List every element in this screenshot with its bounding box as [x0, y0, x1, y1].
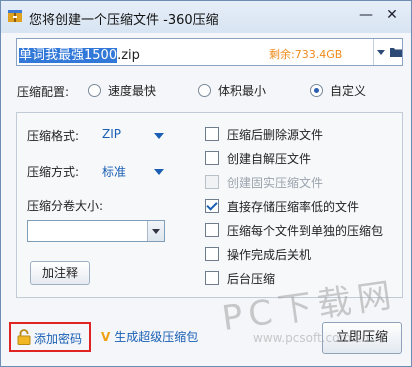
format-select[interactable]: ZIP	[102, 127, 121, 141]
radio-dot	[198, 84, 211, 97]
close-button[interactable]: ✕	[383, 6, 401, 24]
compress-config-label: 压缩配置:	[17, 85, 70, 99]
radio-label: 速度最快	[108, 84, 157, 98]
history-dropdown-icon[interactable]	[374, 39, 388, 65]
checkbox-delete-source[interactable]: 压缩后删除源文件	[205, 126, 323, 143]
split-size-dropdown-button[interactable]	[147, 221, 164, 241]
checkbox-box	[205, 271, 219, 285]
checkbox-box	[205, 151, 219, 165]
checkbox-each-file-separate[interactable]: 压缩每个文件到单独的压缩包	[205, 222, 383, 239]
checkbox-box	[205, 175, 219, 189]
add-password-button[interactable]: 添加密码	[9, 322, 91, 352]
custom-options-panel: 压缩格式: ZIP 压缩方式: 标准 压缩分卷大小: 加注释 压缩后删除源文件 …	[16, 112, 403, 298]
file-name[interactable]: 单词我最强1500.zip	[19, 44, 140, 63]
file-extension: .zip	[117, 48, 140, 63]
archive-app-icon	[8, 10, 22, 22]
radio-custom[interactable]: 自定义	[310, 82, 366, 99]
file-name-selected: 单词我最强1500	[19, 48, 118, 63]
checkbox-label: 压缩后删除源文件	[227, 128, 324, 142]
format-dropdown-icon[interactable]	[154, 133, 164, 139]
output-file-field[interactable]: 单词我最强1500.zip 剩余:733.4GB	[16, 38, 403, 66]
compress-now-button[interactable]: 立即压缩	[322, 322, 402, 354]
method-label: 压缩方式:	[27, 165, 80, 179]
checkbox-label: 创建固实压缩文件	[227, 176, 324, 190]
checkbox-box-checked	[205, 199, 219, 213]
checkbox-label: 创建自解压文件	[227, 152, 312, 166]
footer-bar: 添加密码 V 生成超级压缩包 立即压缩	[1, 307, 411, 366]
checkbox-self-extract[interactable]: 创建自解压文件	[205, 150, 311, 167]
checkbox-box	[205, 127, 219, 141]
checkbox-label: 后台压缩	[227, 272, 276, 286]
title-bar[interactable]: 您将创建一个压缩文件 -360压缩 — ✕	[1, 1, 411, 33]
method-dropdown-icon[interactable]	[154, 169, 164, 175]
checkbox-label: 操作完成后关机	[227, 248, 312, 262]
super-zip-link[interactable]: V 生成超级压缩包	[101, 328, 198, 345]
super-zip-label: 生成超级压缩包	[114, 330, 199, 344]
checkbox-label: 压缩每个文件到单独的压缩包	[227, 224, 384, 238]
radio-dot-selected	[310, 84, 323, 97]
v-badge-icon: V	[101, 330, 111, 344]
split-size-label: 压缩分卷大小:	[27, 199, 104, 213]
checkbox-background[interactable]: 后台压缩	[205, 270, 275, 287]
checkbox-shutdown[interactable]: 操作完成后关机	[205, 246, 311, 263]
radio-dot	[88, 84, 101, 97]
checkbox-solid-archive: 创建固实压缩文件	[205, 174, 323, 191]
compress-dialog: 您将创建一个压缩文件 -360压缩 — ✕ 单词我最强1500.zip 剩余:7…	[0, 0, 412, 367]
radio-fastest[interactable]: 速度最快	[88, 82, 156, 99]
split-size-combobox[interactable]	[27, 220, 165, 242]
minimize-button[interactable]: —	[357, 6, 375, 24]
radio-smallest[interactable]: 体积最小	[198, 82, 266, 99]
checkbox-store-low-ratio[interactable]: 直接存储压缩率低的文件	[205, 198, 359, 215]
checkbox-box	[205, 247, 219, 261]
window-title: 您将创建一个压缩文件 -360压缩	[29, 13, 219, 28]
method-select[interactable]: 标准	[102, 163, 126, 180]
add-comment-button[interactable]: 加注释	[30, 261, 90, 285]
lock-icon	[17, 329, 31, 345]
add-password-label: 添加密码	[34, 332, 83, 346]
radio-label: 体积最小	[218, 84, 267, 98]
browse-folder-icon[interactable]	[389, 39, 403, 65]
radio-label: 自定义	[330, 84, 367, 98]
format-label: 压缩格式:	[27, 129, 80, 143]
chevron-down-icon	[152, 229, 160, 234]
checkbox-box	[205, 223, 219, 237]
checkbox-label: 直接存储压缩率低的文件	[227, 200, 360, 214]
remaining-space: 剩余:733.4GB	[269, 48, 343, 61]
